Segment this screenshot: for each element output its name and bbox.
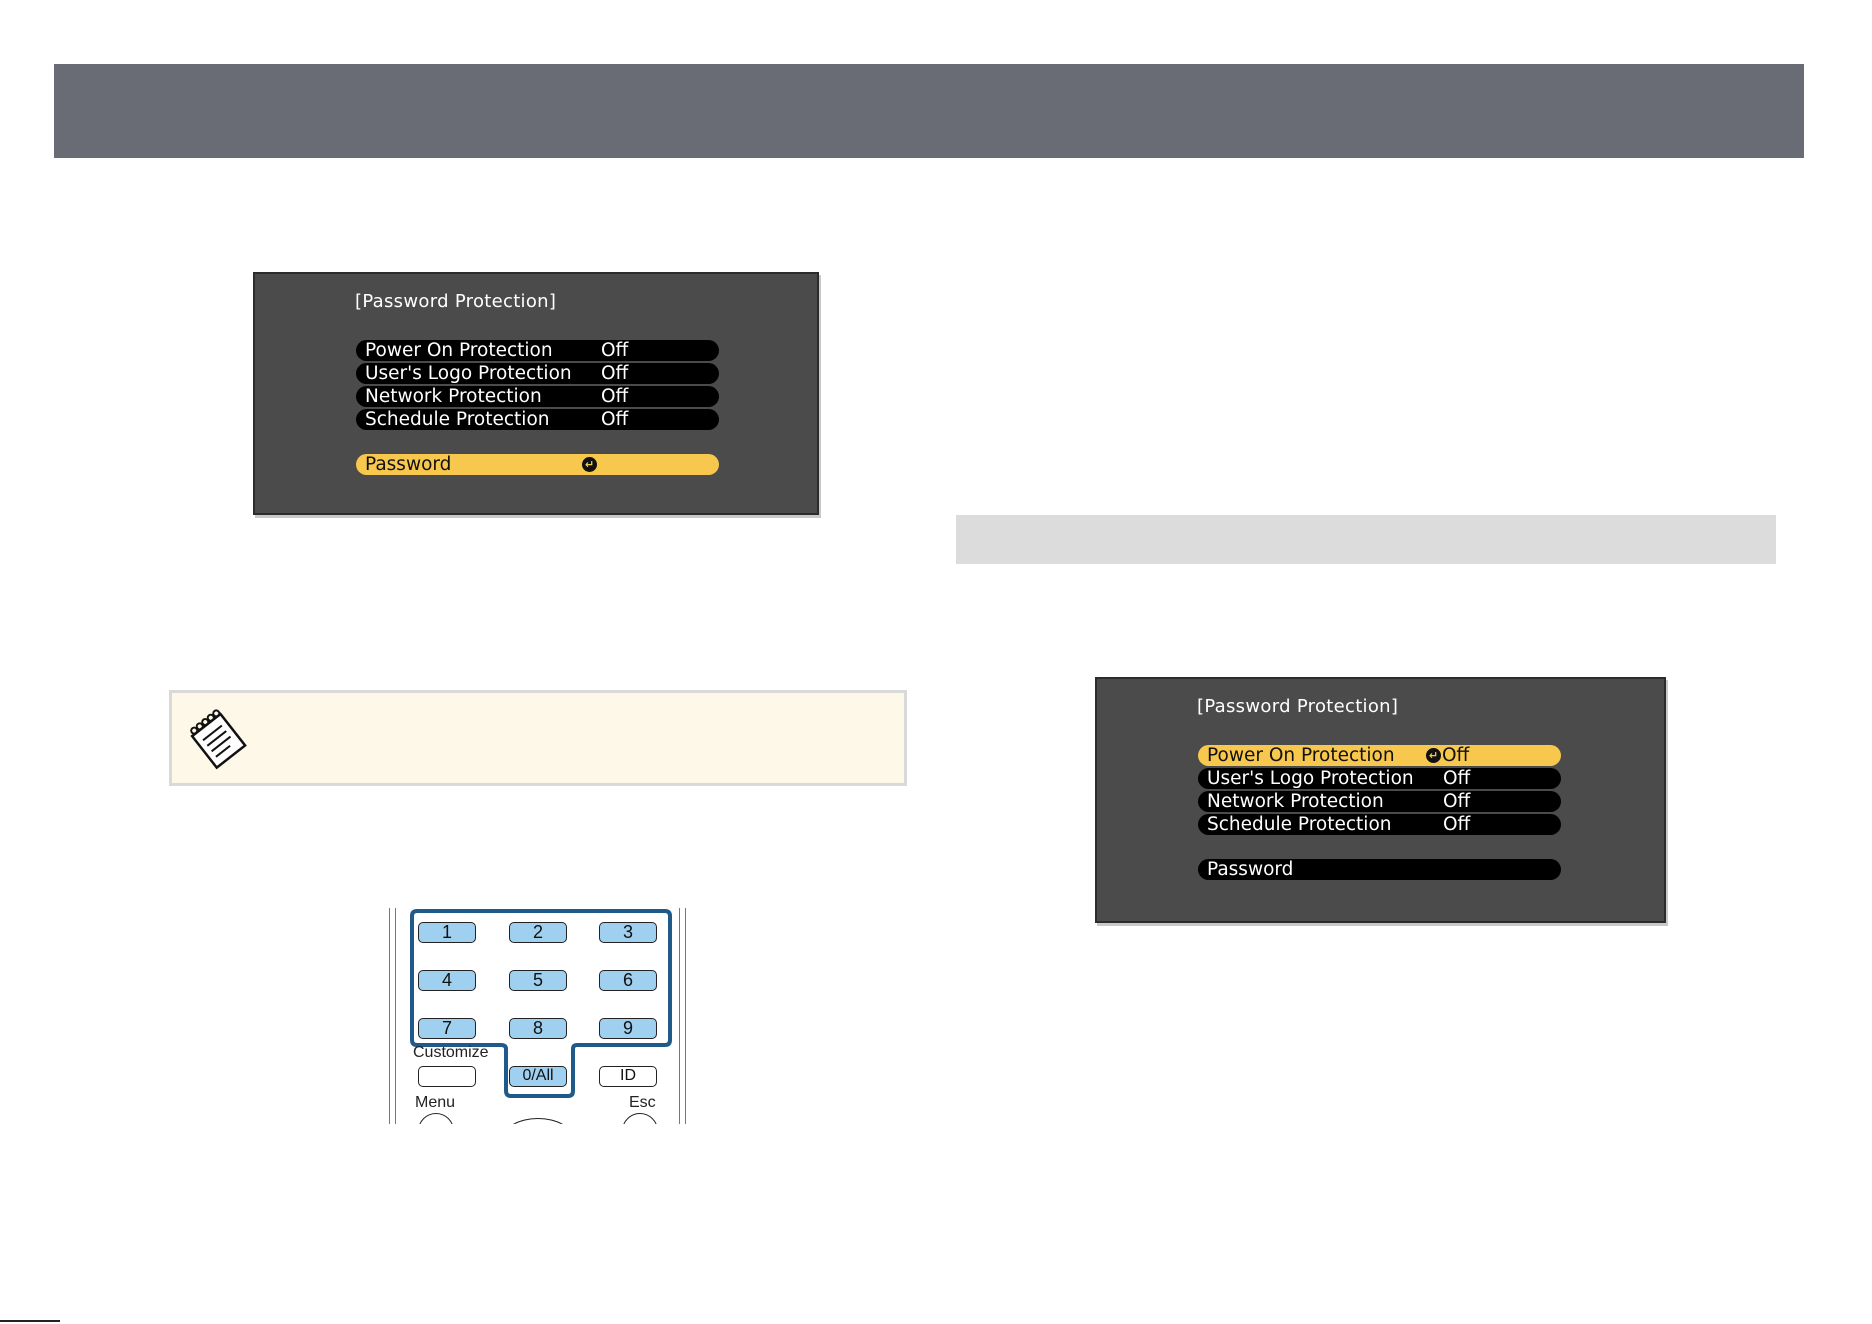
section-heading-bar bbox=[956, 515, 1776, 564]
menu-row-users-logo-protection[interactable]: User's Logo Protection Off bbox=[1198, 768, 1561, 789]
password-protection-menu-power-on-selected: [Password Protection] Power On Protectio… bbox=[1095, 677, 1666, 923]
menu-row-network-protection[interactable]: Network Protection Off bbox=[356, 386, 719, 407]
remote-key-9[interactable]: 9 bbox=[599, 1018, 657, 1039]
remote-key-8[interactable]: 8 bbox=[509, 1018, 567, 1039]
row-label: Network Protection bbox=[365, 386, 542, 407]
remote-key-2[interactable]: 2 bbox=[509, 922, 567, 943]
row-label: User's Logo Protection bbox=[1207, 768, 1414, 789]
menu-label: Menu bbox=[415, 1094, 456, 1111]
remote-key-4[interactable]: 4 bbox=[418, 970, 476, 991]
row-value: Off bbox=[1443, 768, 1471, 789]
row-label: Network Protection bbox=[1207, 791, 1384, 812]
menu-title: [Password Protection] bbox=[355, 291, 557, 312]
menu-row-schedule-protection[interactable]: Schedule Protection Off bbox=[356, 409, 719, 430]
enter-icon: ↵ bbox=[1426, 748, 1441, 763]
menu-row-power-on-protection[interactable]: Power On Protection ↵ Off bbox=[1198, 745, 1561, 766]
remote-key-3[interactable]: 3 bbox=[599, 922, 657, 943]
page-header-bar bbox=[54, 64, 1804, 158]
menu-row-users-logo-protection[interactable]: User's Logo Protection Off bbox=[356, 363, 719, 384]
password-protection-menu-password-selected: [Password Protection] Power On Protectio… bbox=[253, 272, 819, 515]
remote-key-6[interactable]: 6 bbox=[599, 970, 657, 991]
row-label: Power On Protection bbox=[1207, 745, 1395, 766]
footer-rule bbox=[0, 1320, 60, 1322]
row-label: Schedule Protection bbox=[365, 409, 550, 430]
customize-button[interactable] bbox=[418, 1066, 476, 1087]
remote-key-0-all[interactable]: 0/All bbox=[509, 1066, 567, 1087]
row-value: Off bbox=[601, 363, 629, 384]
menu-title: [Password Protection] bbox=[1197, 696, 1399, 717]
menu-row-schedule-protection[interactable]: Schedule Protection Off bbox=[1198, 814, 1561, 835]
menu-row-password[interactable]: Password bbox=[1198, 859, 1561, 880]
id-button[interactable]: ID bbox=[599, 1066, 657, 1087]
row-value: Off bbox=[1443, 814, 1471, 835]
row-value: Off bbox=[1442, 745, 1470, 766]
menu-row-network-protection[interactable]: Network Protection Off bbox=[1198, 791, 1561, 812]
note-pad-icon bbox=[190, 709, 247, 770]
esc-label: Esc bbox=[629, 1094, 656, 1111]
row-value: Off bbox=[601, 409, 629, 430]
remote-control-illustration: 1 2 3 4 5 6 7 8 9 Customize 0/All ID Men… bbox=[385, 908, 690, 1124]
row-value: Off bbox=[601, 386, 629, 407]
note-box bbox=[169, 690, 907, 786]
remote-key-5[interactable]: 5 bbox=[509, 970, 567, 991]
row-label: User's Logo Protection bbox=[365, 363, 572, 384]
menu-row-power-on-protection[interactable]: Power On Protection Off bbox=[356, 340, 719, 361]
remote-key-1[interactable]: 1 bbox=[418, 922, 476, 943]
customize-label: Customize bbox=[413, 1044, 489, 1061]
menu-row-password[interactable]: Password ↵ bbox=[356, 454, 719, 475]
enter-icon: ↵ bbox=[582, 457, 597, 472]
remote-key-7[interactable]: 7 bbox=[418, 1018, 476, 1039]
row-value: Off bbox=[601, 340, 629, 361]
row-label: Password bbox=[1207, 859, 1294, 880]
row-value: Off bbox=[1443, 791, 1471, 812]
row-label: Power On Protection bbox=[365, 340, 553, 361]
row-label: Schedule Protection bbox=[1207, 814, 1392, 835]
row-label: Password bbox=[365, 454, 452, 475]
